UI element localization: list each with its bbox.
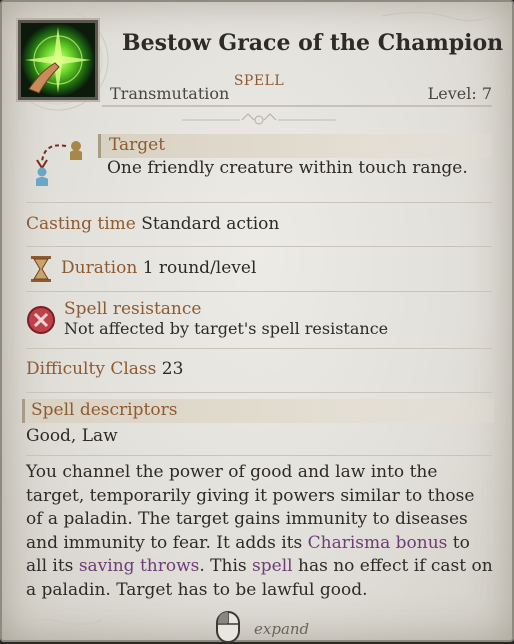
difficulty-label: Difficulty Class: [26, 359, 157, 379]
target-touch-icon: [36, 141, 82, 186]
charisma-bonus-link[interactable]: Charisma bonus: [308, 533, 448, 553]
target-label-bar: Target: [98, 134, 492, 158]
descriptors-value: Good, Law: [26, 426, 118, 446]
saving-throws-link[interactable]: saving throws: [79, 556, 200, 576]
divider: [26, 455, 492, 456]
mouse-icon: [216, 611, 240, 643]
divider: [26, 392, 492, 393]
divider: [26, 202, 492, 203]
expand-button[interactable]: expand: [254, 620, 309, 638]
divider: [26, 348, 492, 349]
divider: [26, 246, 492, 247]
spell-resistance-value: Not affected by target's spell resistanc…: [64, 319, 389, 338]
no-resistance-icon: [27, 306, 55, 334]
difficulty-row: Difficulty Class 23: [26, 359, 183, 379]
casting-time-value: Standard action: [141, 214, 280, 234]
spell-level: Level: 7: [427, 84, 492, 103]
spell-title: Bestow Grace of the Champion: [122, 30, 504, 56]
target-value: One friendly creature within touch range…: [107, 158, 468, 178]
description-text: . This: [199, 556, 253, 576]
hourglass-icon: [31, 256, 51, 282]
difficulty-value: 23: [161, 359, 184, 379]
descriptors-label-bar: Spell descriptors: [22, 399, 494, 423]
descriptors-label: Spell descriptors: [31, 400, 178, 420]
spell-tooltip-card: Bestow Grace of the Champion SPELL Trans…: [0, 0, 514, 643]
spell-description: You channel the power of good and law in…: [26, 461, 496, 602]
spell-link[interactable]: spell: [252, 556, 293, 576]
duration-value: 1 round/level: [142, 258, 257, 278]
spell-school: Transmutation: [110, 84, 230, 103]
target-label: Target: [109, 135, 166, 155]
casting-time-label: Casting time: [26, 214, 136, 234]
duration-label: Duration: [61, 258, 138, 278]
divider: [26, 291, 492, 292]
duration-row: Duration 1 round/level: [61, 258, 256, 278]
casting-time-row: Casting time Standard action: [26, 214, 279, 234]
spell-resistance-label: Spell resistance: [64, 299, 202, 319]
